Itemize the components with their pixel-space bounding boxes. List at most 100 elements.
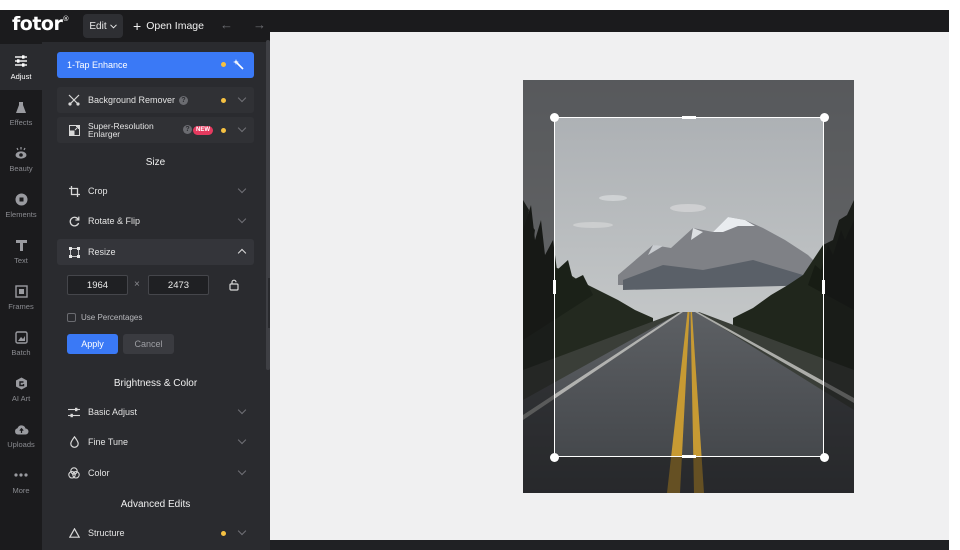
chevron-up-icon[interactable] bbox=[237, 248, 247, 258]
magic-wand-icon bbox=[233, 59, 244, 70]
edit-menu-button[interactable]: Edit bbox=[83, 14, 123, 38]
color-item[interactable]: Color bbox=[57, 460, 254, 486]
crop-item[interactable]: Crop bbox=[57, 178, 254, 204]
premium-dot bbox=[221, 98, 226, 103]
fine-tune-item[interactable]: Fine Tune bbox=[57, 429, 254, 455]
help-icon[interactable]: ? bbox=[179, 95, 189, 105]
premium-dot bbox=[221, 62, 226, 67]
cloud-upload-icon bbox=[13, 421, 29, 437]
frame-icon bbox=[13, 283, 29, 299]
plus-icon: + bbox=[133, 18, 142, 34]
open-image-button[interactable]: + Open Image bbox=[133, 14, 204, 38]
rail-item-beauty[interactable]: Beauty bbox=[0, 136, 42, 182]
color-circles-icon bbox=[67, 466, 81, 480]
use-percentages-checkbox[interactable] bbox=[67, 313, 76, 322]
rail-label: Frames bbox=[8, 302, 34, 311]
color-label: Color bbox=[88, 468, 110, 478]
crop-handle-bottom-right[interactable] bbox=[820, 453, 829, 462]
enhance-label: 1-Tap Enhance bbox=[67, 60, 128, 70]
structure-label: Structure bbox=[88, 528, 125, 538]
rail-item-batch[interactable]: Batch bbox=[0, 320, 42, 366]
rail-item-frames[interactable]: Frames bbox=[0, 274, 42, 320]
rail-item-adjust[interactable]: Adjust bbox=[0, 44, 42, 90]
chevron-down-icon bbox=[237, 405, 247, 415]
rail-label: More bbox=[12, 486, 30, 495]
lock-icon[interactable] bbox=[229, 278, 239, 296]
chevron-down-icon bbox=[237, 435, 247, 445]
premium-dot bbox=[221, 128, 226, 133]
crop-edge-top[interactable] bbox=[682, 116, 696, 119]
one-tap-enhance-button[interactable]: 1-Tap Enhance bbox=[57, 52, 254, 78]
cancel-button[interactable]: Cancel bbox=[123, 334, 174, 354]
resize-height-input[interactable]: 2473 bbox=[148, 275, 209, 295]
crop-edge-left[interactable] bbox=[553, 280, 556, 294]
new-badge: NEW bbox=[193, 126, 213, 135]
rotate-flip-item[interactable]: Rotate & Flip bbox=[57, 208, 254, 234]
rotate-icon bbox=[67, 214, 81, 228]
rail-label: Text bbox=[14, 256, 28, 265]
chevron-down-icon bbox=[237, 466, 247, 476]
crop-edge-right[interactable] bbox=[822, 280, 825, 294]
rail-item-elements[interactable]: Elements bbox=[0, 182, 42, 228]
help-icon[interactable]: ? bbox=[183, 125, 192, 134]
crop-frame[interactable] bbox=[554, 117, 824, 457]
resize-item[interactable]: Resize bbox=[57, 239, 254, 265]
rail-label: Elements bbox=[5, 210, 37, 219]
batch-icon bbox=[13, 329, 29, 345]
fotor-logo[interactable]: fotor® bbox=[12, 13, 69, 35]
shapes-icon bbox=[13, 191, 29, 207]
rail-item-uploads[interactable]: Uploads bbox=[0, 412, 42, 458]
basic-adjust-item[interactable]: Basic Adjust bbox=[57, 399, 254, 425]
background-remover-label: Background Remover bbox=[88, 95, 176, 105]
rail-label: Uploads bbox=[7, 440, 35, 449]
canvas-area[interactable] bbox=[270, 32, 949, 540]
chevron-down-icon bbox=[237, 184, 247, 194]
crop-handle-top-right[interactable] bbox=[820, 113, 829, 122]
resize-icon bbox=[67, 245, 81, 259]
apply-button[interactable]: Apply bbox=[67, 334, 118, 354]
crop-handle-bottom-left[interactable] bbox=[550, 453, 559, 462]
triangle-icon bbox=[67, 526, 81, 540]
premium-dot bbox=[221, 531, 226, 536]
open-image-label: Open Image bbox=[146, 20, 204, 32]
rail-item-text[interactable]: Text bbox=[0, 228, 42, 274]
sliders-icon bbox=[67, 405, 81, 419]
more-icon bbox=[13, 467, 29, 483]
redo-arrow-icon[interactable]: → bbox=[253, 17, 266, 32]
rail-label: AI Art bbox=[11, 394, 31, 403]
size-heading: Size bbox=[145, 157, 166, 168]
fine-tune-label: Fine Tune bbox=[88, 437, 129, 447]
crop-label: Crop bbox=[88, 186, 108, 196]
rotate-flip-label: Rotate & Flip bbox=[88, 216, 141, 226]
crop-handle-top-left[interactable] bbox=[550, 113, 559, 122]
rail-item-effects[interactable]: Effects bbox=[0, 90, 42, 136]
crop-icon bbox=[67, 184, 81, 198]
crop-edge-bottom[interactable] bbox=[682, 455, 696, 458]
undo-arrow-icon[interactable]: ← bbox=[220, 17, 233, 32]
structure-item[interactable]: Structure bbox=[57, 520, 254, 546]
basic-adjust-label: Basic Adjust bbox=[88, 407, 138, 417]
chevron-down-icon bbox=[237, 526, 247, 536]
resize-width-input[interactable]: 1964 bbox=[67, 275, 128, 295]
rail-label: Beauty bbox=[9, 164, 33, 173]
chevron-down-icon bbox=[109, 23, 117, 29]
chevron-down-icon bbox=[237, 123, 247, 133]
rail-label: Effects bbox=[9, 118, 33, 127]
tool-rail: Adjust Effects Beauty Elements Text Fram… bbox=[0, 42, 42, 550]
rail-item-ai-art[interactable]: AI Art bbox=[0, 366, 42, 412]
rail-label: Adjust bbox=[10, 72, 32, 81]
chevron-down-icon bbox=[237, 214, 247, 224]
scissors-icon bbox=[67, 93, 81, 107]
times-sign: × bbox=[134, 279, 140, 290]
rail-label: Batch bbox=[11, 348, 31, 357]
resize-label: Resize bbox=[88, 247, 116, 257]
use-percentages-label: Use Percentages bbox=[81, 313, 143, 322]
super-resolution-item[interactable]: Super-Resolution Enlarger ? NEW bbox=[57, 117, 254, 143]
background-remover-item[interactable]: Background Remover ? bbox=[57, 87, 254, 113]
rail-item-more[interactable]: More bbox=[0, 458, 42, 504]
brightness-color-heading: Brightness & Color bbox=[113, 378, 198, 389]
chevron-down-icon bbox=[237, 93, 247, 103]
edit-label: Edit bbox=[89, 20, 107, 32]
flask-icon bbox=[13, 99, 29, 115]
drop-icon bbox=[67, 435, 81, 449]
